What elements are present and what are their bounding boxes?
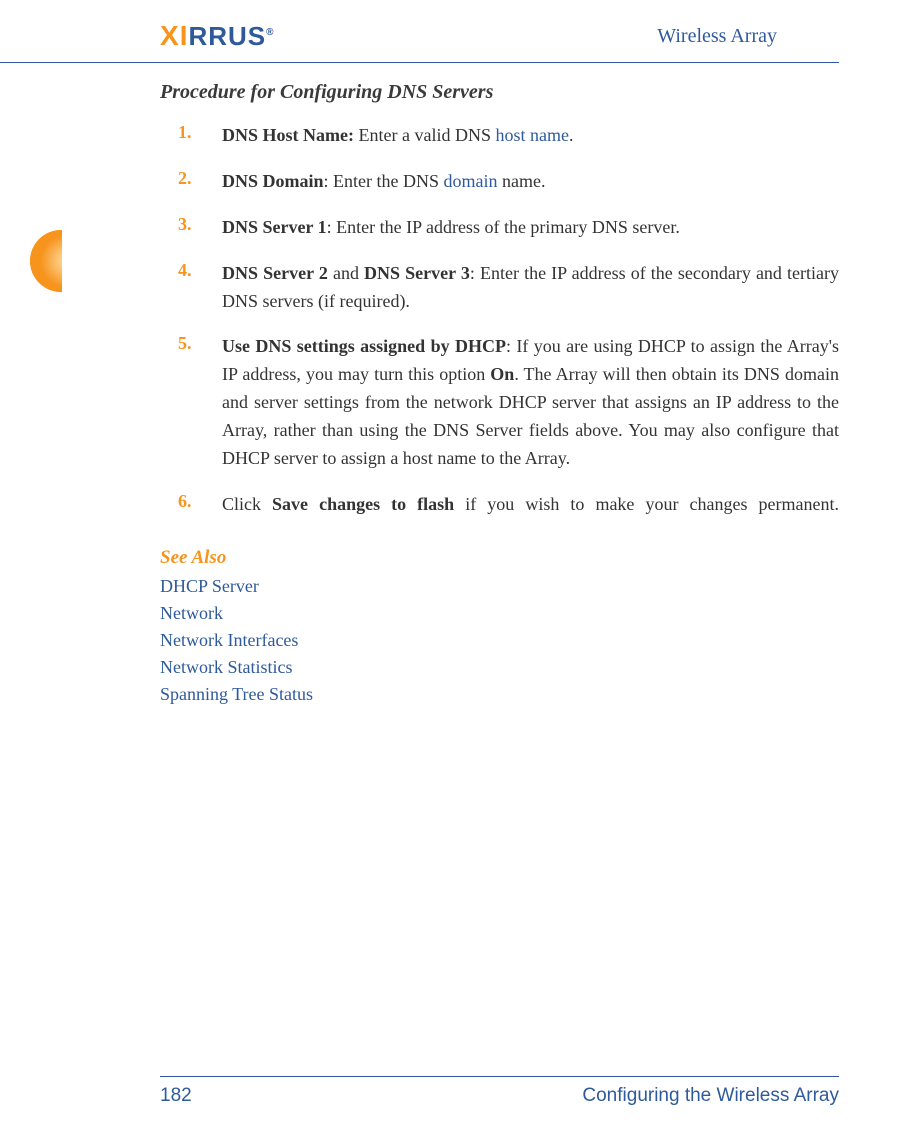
glossary-link[interactable]: host name [495,125,569,145]
step-number: 1. [178,122,192,143]
step-text: : Enter the IP address of the primary DN… [327,217,680,237]
step-text: if you wish to make your changes permane… [454,494,839,514]
page-header: XIRRUS® Wireless Array [0,20,839,63]
step-text: . [569,125,574,145]
see-also-link[interactable]: Spanning Tree Status [160,681,839,708]
page-content: Procedure for Configuring DNS Servers 1.… [0,81,901,708]
step-number: 4. [178,260,192,281]
registered-icon: ® [266,27,274,38]
page-footer: 182 Configuring the Wireless Array [0,1068,901,1107]
see-also-link[interactable]: Network [160,600,839,627]
step-text: name. [498,171,546,191]
list-item: 5. Use DNS settings assigned by DHCP: If… [222,333,839,472]
list-item: 3. DNS Server 1: Enter the IP address of… [222,214,839,242]
logo-letter-x: X [160,20,180,52]
brand-logo: XIRRUS® [160,20,275,52]
see-also-list: DHCP Server Network Network Interfaces N… [160,573,839,708]
list-item: 1. DNS Host Name: Enter a valid DNS host… [222,122,839,150]
list-item: 2. DNS Domain: Enter the DNS domain name… [222,168,839,196]
step-label: Use DNS settings assigned by DHCP [222,336,506,356]
emphasis-text: Save changes to flash [272,494,454,514]
list-item: 6. Click Save changes to flash if you wi… [222,491,839,519]
list-item: 4. DNS Server 2 and DNS Server 3: Enter … [222,260,839,316]
emphasis-text: On [490,364,514,384]
step-label: DNS Server 3 [364,263,470,283]
section-title: Procedure for Configuring DNS Servers [160,81,839,104]
page-number: 182 [160,1085,192,1107]
step-number: 5. [178,333,192,354]
see-also-link[interactable]: Network Statistics [160,654,839,681]
step-label: DNS Server 1 [222,217,327,237]
logo-letter-i: I [180,20,189,52]
step-text: Click [222,494,272,514]
step-text: : Enter the DNS [324,171,444,191]
step-text: Enter a valid DNS [359,125,496,145]
step-number: 2. [178,168,192,189]
step-label: DNS Domain [222,171,324,191]
section-tab-icon [0,230,62,292]
step-label: DNS Server 2 [222,263,328,283]
header-product-name: Wireless Array [657,25,777,48]
logo-letters-rest: RRUS [188,21,266,52]
step-label: DNS Host Name: [222,125,359,145]
see-also-heading: See Also [160,547,839,569]
procedure-list: 1. DNS Host Name: Enter a valid DNS host… [222,122,839,519]
see-also-link[interactable]: Network Interfaces [160,627,839,654]
step-number: 6. [178,491,192,512]
see-also-link[interactable]: DHCP Server [160,573,839,600]
step-number: 3. [178,214,192,235]
step-text: and [328,263,364,283]
chapter-title: Configuring the Wireless Array [582,1085,839,1107]
glossary-link[interactable]: domain [444,171,498,191]
